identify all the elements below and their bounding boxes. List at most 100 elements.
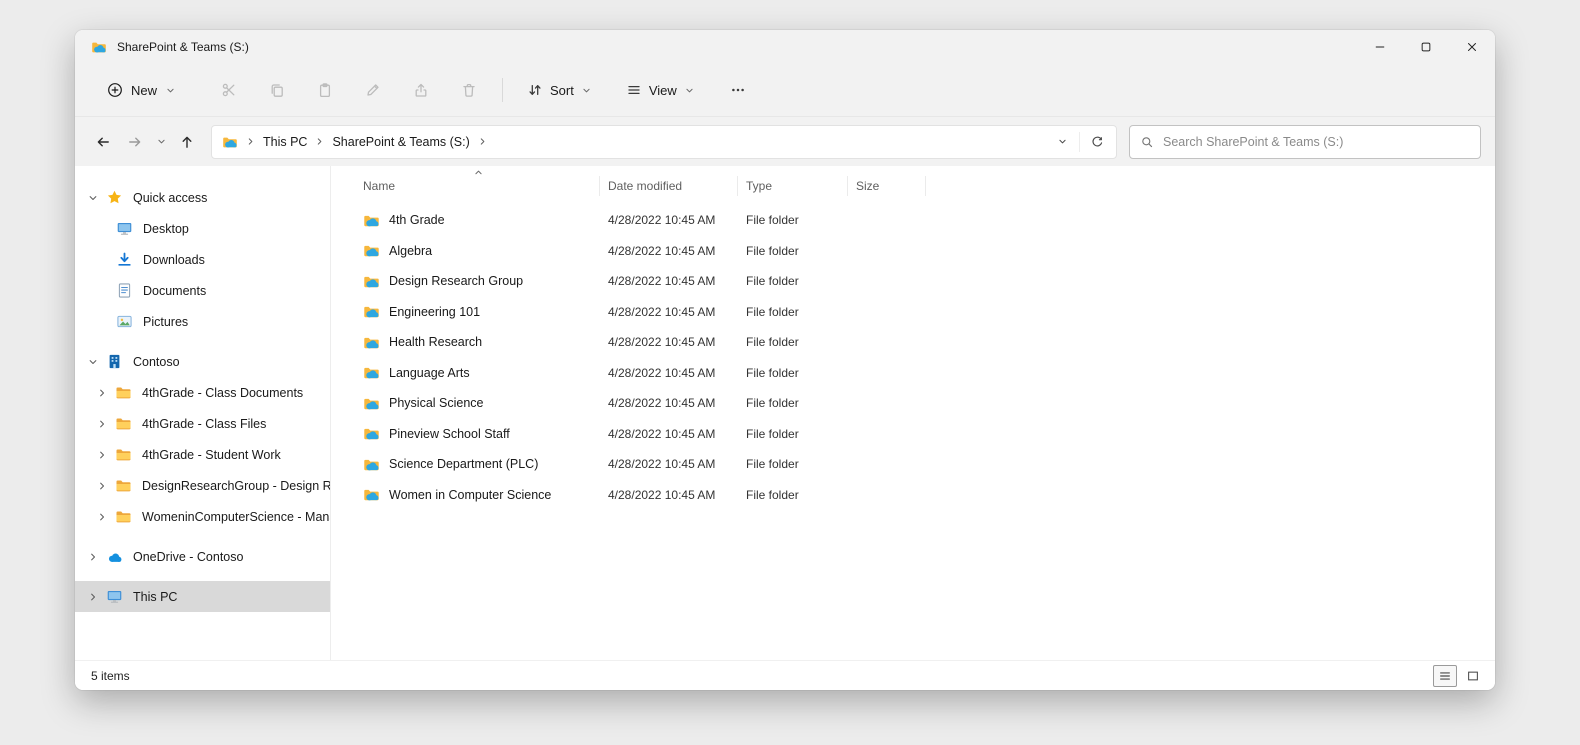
sidebar-item-4thgrade-class-documents[interactable]: 4thGrade - Class Documents <box>75 377 330 408</box>
chevron-right-icon[interactable] <box>94 416 110 432</box>
breadcrumb-this-pc[interactable]: This PC <box>257 131 313 153</box>
address-dropdown-button[interactable] <box>1047 127 1077 157</box>
chevron-down-icon[interactable] <box>85 354 101 370</box>
cut-button[interactable] <box>210 72 248 108</box>
sidebar-item-onedrive[interactable]: OneDrive - Contoso <box>75 541 330 572</box>
file-name: Health Research <box>389 335 483 350</box>
folder-icon <box>115 415 132 432</box>
sort-button[interactable]: Sort <box>517 75 602 105</box>
pictures-icon <box>116 313 133 330</box>
file-row[interactable]: Physical Science 4/28/2022 10:45 AM File… <box>355 388 1495 419</box>
sidebar-item-designresearchgroup[interactable]: DesignResearchGroup - Design Resea <box>75 470 330 501</box>
details-view-button[interactable] <box>1433 664 1457 687</box>
file-type: File folder <box>746 304 799 319</box>
maximize-button[interactable] <box>1403 30 1449 64</box>
chevron-right-icon[interactable] <box>94 478 110 494</box>
file-row[interactable]: Health Research 4/28/2022 10:45 AM File … <box>355 327 1495 358</box>
toolbar-divider <box>502 78 504 102</box>
sidebar-item-label: 4thGrade - Class Files <box>142 416 267 431</box>
rename-button[interactable] <box>354 72 392 108</box>
file-row[interactable]: Design Research Group 4/28/2022 10:45 AM… <box>355 266 1495 297</box>
chevron-right-icon[interactable] <box>94 385 110 401</box>
search-input[interactable] <box>1163 134 1470 149</box>
sidebar-item-label: Downloads <box>143 252 205 267</box>
sidebar-item-documents[interactable]: Documents <box>75 275 330 306</box>
paste-button[interactable] <box>306 72 344 108</box>
sort-ascending-icon <box>473 167 484 178</box>
sidebar-item-contoso[interactable]: Contoso <box>75 346 330 377</box>
address-row: This PC SharePoint & Teams (S:) <box>75 116 1495 166</box>
content-area: Quick access Desktop Downloads Documents… <box>75 166 1495 660</box>
sidebar-item-quick-access[interactable]: Quick access <box>75 182 330 213</box>
chevron-down-icon <box>581 85 592 96</box>
recent-locations-button[interactable] <box>151 126 171 158</box>
column-header-name[interactable]: Name <box>355 176 600 196</box>
sidebar-item-womenincomputerscience[interactable]: WomeninComputerScience - Manage <box>75 501 330 532</box>
cloud-folder-icon <box>363 456 380 473</box>
copy-button[interactable] <box>258 72 296 108</box>
large-icons-view-button[interactable] <box>1461 665 1485 687</box>
back-button[interactable] <box>87 126 119 158</box>
file-row[interactable]: Language Arts 4/28/2022 10:45 AM File fo… <box>355 358 1495 389</box>
navigation-pane: Quick access Desktop Downloads Documents… <box>75 166 331 660</box>
breadcrumb-separator-icon <box>245 136 256 147</box>
sidebar-item-label: OneDrive - Contoso <box>133 549 244 564</box>
up-button[interactable] <box>171 126 203 158</box>
chevron-down-icon <box>1057 136 1068 147</box>
file-date: 4/28/2022 10:45 AM <box>608 457 716 472</box>
share-button[interactable] <box>402 72 440 108</box>
share-icon <box>413 82 429 98</box>
sidebar-item-4thgrade-class-files[interactable]: 4thGrade - Class Files <box>75 408 330 439</box>
folder-icon <box>115 446 132 463</box>
breadcrumb-drive[interactable]: SharePoint & Teams (S:) <box>326 131 475 153</box>
file-row[interactable]: 4th Grade 4/28/2022 10:45 AM File folder <box>355 205 1495 236</box>
chevron-right-icon[interactable] <box>94 509 110 525</box>
column-header-date-modified[interactable]: Date modified <box>600 176 738 196</box>
sidebar-item-label: Pictures <box>143 314 189 329</box>
maximize-icon <box>1419 40 1433 54</box>
delete-button[interactable] <box>450 72 488 108</box>
minimize-button[interactable] <box>1357 30 1403 64</box>
column-header-size[interactable]: Size <box>848 176 926 196</box>
file-row[interactable]: Algebra 4/28/2022 10:45 AM File folder <box>355 236 1495 267</box>
cloud-folder-icon <box>363 364 380 381</box>
copy-icon <box>269 82 285 98</box>
file-row[interactable]: Science Department (PLC) 4/28/2022 10:45… <box>355 449 1495 480</box>
column-header-type[interactable]: Type <box>738 176 848 196</box>
view-icon <box>626 82 642 98</box>
document-icon <box>116 282 133 299</box>
address-bar[interactable]: This PC SharePoint & Teams (S:) <box>211 124 1117 159</box>
sidebar-item-pictures[interactable]: Pictures <box>75 306 330 337</box>
file-name: 4th Grade <box>389 213 445 228</box>
column-headers: Name Date modified Type Size <box>355 170 1495 202</box>
sidebar-item-desktop[interactable]: Desktop <box>75 213 330 244</box>
new-button[interactable]: New <box>95 75 188 105</box>
search-box <box>1129 124 1481 159</box>
file-row[interactable]: Pineview School Staff 4/28/2022 10:45 AM… <box>355 419 1495 450</box>
file-rows: 4th Grade 4/28/2022 10:45 AM File folder… <box>355 205 1495 660</box>
view-button[interactable]: View <box>616 75 705 105</box>
breadcrumb-separator-icon <box>477 136 488 147</box>
forward-button[interactable] <box>119 126 151 158</box>
chevron-right-icon[interactable] <box>94 447 110 463</box>
file-type: File folder <box>746 274 799 289</box>
sidebar-item-this-pc[interactable]: This PC <box>75 581 330 612</box>
file-date: 4/28/2022 10:45 AM <box>608 335 716 350</box>
plus-circle-icon <box>107 82 123 98</box>
item-count: 5 items <box>91 668 130 683</box>
chevron-right-icon[interactable] <box>85 589 101 605</box>
sidebar-item-4thgrade-student-work[interactable]: 4thGrade - Student Work <box>75 439 330 470</box>
file-date: 4/28/2022 10:45 AM <box>608 365 716 380</box>
more-options-button[interactable] <box>719 72 757 108</box>
refresh-button[interactable] <box>1082 127 1112 157</box>
chevron-right-icon[interactable] <box>85 549 101 565</box>
this-pc-icon <box>106 588 123 605</box>
sidebar-item-label: Quick access <box>133 190 208 205</box>
file-row[interactable]: Women in Computer Science 4/28/2022 10:4… <box>355 480 1495 511</box>
cloud-folder-icon <box>363 395 380 412</box>
file-type: File folder <box>746 396 799 411</box>
sidebar-item-downloads[interactable]: Downloads <box>75 244 330 275</box>
close-button[interactable] <box>1449 30 1495 64</box>
chevron-down-icon[interactable] <box>85 190 101 206</box>
file-row[interactable]: Engineering 101 4/28/2022 10:45 AM File … <box>355 297 1495 328</box>
